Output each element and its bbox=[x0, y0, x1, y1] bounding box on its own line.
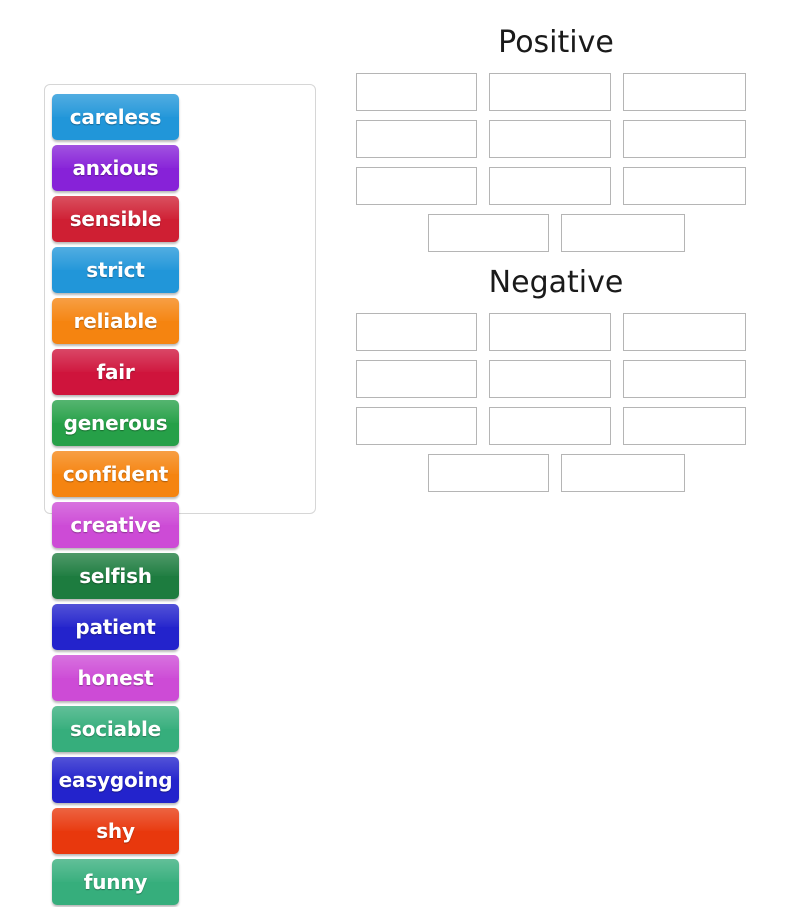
word-bank-panel: careless anxious sensible strict reliable fai… bbox=[44, 84, 316, 905]
drop-slot[interactable] bbox=[356, 73, 477, 111]
word-tile-label: funny bbox=[83, 869, 148, 894]
drop-slot[interactable] bbox=[489, 407, 611, 445]
drop-zone: Negative bbox=[356, 266, 756, 492]
drop-slot-row bbox=[356, 73, 756, 111]
drop-slot[interactable] bbox=[623, 120, 746, 158]
word-tile-label: reliable bbox=[73, 308, 158, 333]
drop-slot[interactable] bbox=[356, 120, 477, 158]
drop-zone-area: Positive Negative bbox=[356, 26, 756, 506]
drop-slot[interactable] bbox=[356, 313, 477, 351]
drop-slot[interactable] bbox=[489, 360, 611, 398]
drop-zone-title: Negative bbox=[488, 265, 624, 300]
drop-slot[interactable] bbox=[623, 73, 746, 111]
drop-slot[interactable] bbox=[623, 360, 746, 398]
word-tile[interactable]: shy bbox=[52, 807, 179, 854]
word-tile[interactable]: easygoing bbox=[52, 756, 179, 803]
drop-slot[interactable] bbox=[623, 167, 746, 205]
drop-slot-row bbox=[356, 214, 756, 252]
word-tile[interactable]: honest bbox=[52, 654, 179, 701]
drop-slot[interactable] bbox=[356, 407, 477, 445]
word-tile[interactable]: careless bbox=[52, 93, 179, 140]
drop-slot-row bbox=[356, 313, 756, 351]
word-tile[interactable]: strict bbox=[52, 246, 179, 293]
drop-slot[interactable] bbox=[560, 214, 685, 252]
drop-slot-row bbox=[356, 407, 756, 445]
drop-slot[interactable] bbox=[489, 73, 611, 111]
word-tile-label: fair bbox=[96, 359, 135, 384]
word-tile-label: shy bbox=[96, 818, 135, 843]
drop-slot[interactable] bbox=[427, 454, 549, 492]
drop-slot-row bbox=[356, 454, 756, 492]
word-tile[interactable]: sociable bbox=[52, 705, 179, 752]
drop-slot-row bbox=[356, 360, 756, 398]
drop-slot[interactable] bbox=[623, 313, 746, 351]
word-tile[interactable]: confident bbox=[52, 450, 179, 497]
word-tile-label: honest bbox=[77, 665, 154, 690]
word-tile[interactable]: funny bbox=[52, 858, 179, 905]
drop-zone-title: Positive bbox=[498, 25, 614, 60]
drop-slot-row bbox=[356, 167, 756, 205]
word-tile[interactable]: reliable bbox=[52, 297, 179, 344]
drop-slot[interactable] bbox=[356, 167, 477, 205]
drop-slot[interactable] bbox=[623, 407, 746, 445]
word-tile[interactable]: fair bbox=[52, 348, 179, 395]
word-tile[interactable]: creative bbox=[52, 501, 179, 548]
drop-slot[interactable] bbox=[356, 360, 477, 398]
drop-slot[interactable] bbox=[489, 120, 611, 158]
drop-slot-row bbox=[356, 120, 756, 158]
word-tile[interactable]: generous bbox=[52, 399, 179, 446]
word-tile-label: generous bbox=[63, 410, 168, 435]
word-tile[interactable]: sensible bbox=[52, 195, 179, 242]
word-tile-label: careless bbox=[69, 104, 162, 129]
drop-zone: Positive bbox=[356, 26, 756, 252]
word-tile[interactable]: selfish bbox=[52, 552, 179, 599]
drop-slot[interactable] bbox=[427, 214, 549, 252]
word-tile[interactable]: anxious bbox=[52, 144, 179, 191]
drop-slot[interactable] bbox=[489, 167, 611, 205]
word-tile-grid: careless anxious sensible strict reliable fai… bbox=[50, 91, 310, 907]
drop-slot[interactable] bbox=[489, 313, 611, 351]
word-tile-label: sociable bbox=[70, 716, 161, 741]
word-tile[interactable]: patient bbox=[52, 603, 179, 650]
word-tile-label: sensible bbox=[69, 206, 162, 231]
word-tile-label: selfish bbox=[79, 563, 152, 588]
word-tile-label: easygoing bbox=[58, 767, 173, 792]
word-tile-label: creative bbox=[70, 512, 161, 537]
drop-slot[interactable] bbox=[560, 454, 685, 492]
word-tile-label: confident bbox=[62, 461, 169, 486]
word-tile-label: strict bbox=[86, 257, 145, 282]
word-tile-label: patient bbox=[75, 614, 156, 639]
word-tile-label: anxious bbox=[72, 155, 159, 180]
